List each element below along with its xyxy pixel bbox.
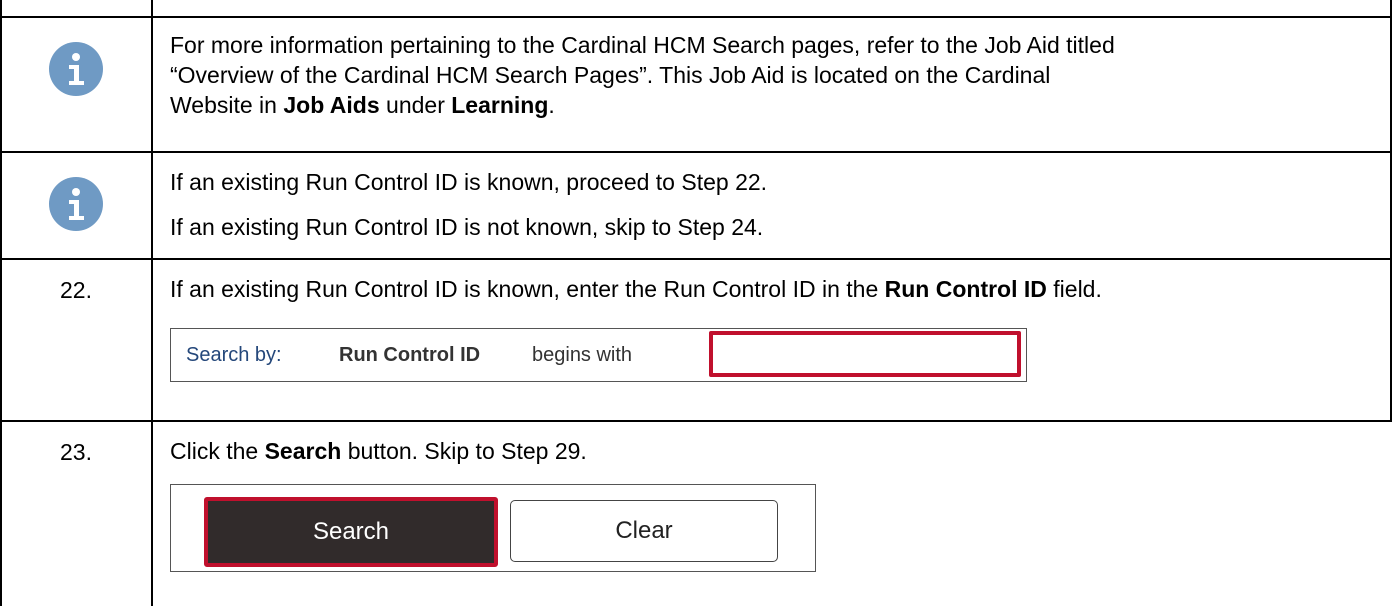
step-row: 22. If an existing Run Control ID is kno… [0,260,1392,420]
search-buttons-panel: Search Clear [170,484,816,572]
step-text: Click the Search button. Skip to Step 29… [170,438,587,464]
step-number: 23. [60,439,92,465]
learning-term: Learning [451,92,549,118]
info-icon [0,177,152,231]
note-row: If an existing Run Control ID is known, … [0,153,1392,258]
search-by-panel: Search by: Run Control ID begins with [170,328,1027,382]
note-text: If an existing Run Control ID is known, … [170,169,1378,240]
note-line: If an existing Run Control ID is known, … [170,169,768,195]
note-line: Website in Job Aids under Learning. [170,92,555,118]
step-number: 22. [60,277,92,303]
step-text: If an existing Run Control ID is known, … [170,276,1102,302]
instruction-table: For more information pertaining to the C… [0,0,1392,606]
clear-button[interactable]: Clear [510,500,778,562]
note-text: For more information pertaining to the C… [170,30,1378,120]
run-control-id-input[interactable] [709,331,1021,377]
note-line: “Overview of the Cardinal HCM Search Pag… [170,62,1051,88]
search-by-label: Search by: [186,344,282,366]
info-icon [0,42,152,96]
note-line: For more information pertaining to the C… [170,32,1115,58]
note-row: For more information pertaining to the C… [0,18,1392,151]
step-row: 23. Click the Search button. Skip to Ste… [0,422,1392,606]
job-aids-term: Job Aids [283,92,380,118]
search-term: Search [264,438,342,464]
search-field-name: Run Control ID [339,344,481,366]
note-line: If an existing Run Control ID is not kno… [170,214,764,240]
run-control-id-term: Run Control ID [884,276,1047,302]
search-button[interactable]: Search [204,497,498,567]
search-operator: begins with [532,344,633,366]
